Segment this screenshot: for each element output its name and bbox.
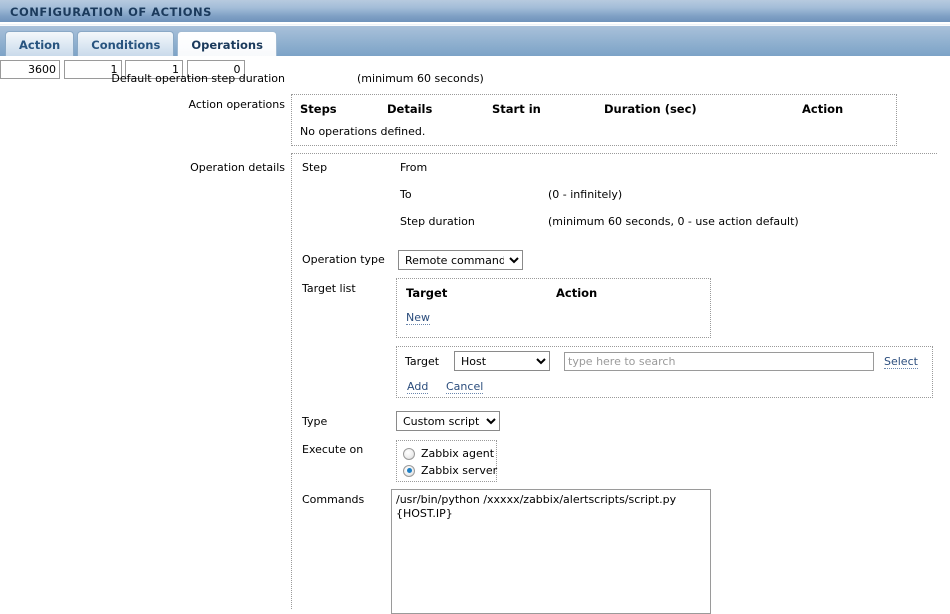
execute-on-option-zabbix-server[interactable]: Zabbix server <box>403 462 488 479</box>
action-operations-col-details: Details <box>387 102 432 116</box>
target-add-link[interactable]: Add <box>407 380 428 394</box>
action-operations-col-steps: Steps <box>300 102 337 116</box>
tab-list: Action Conditions Operations <box>5 31 277 57</box>
execute-on-agent-label[interactable]: Zabbix agent <box>421 447 494 460</box>
action-operations-table: Steps Details Start in Duration (sec) Ac… <box>291 94 897 146</box>
target-select-link[interactable]: Select <box>884 355 918 369</box>
tab-action[interactable]: Action <box>5 31 74 57</box>
operation-details-label: Operation details <box>60 161 285 174</box>
execute-on-server-label[interactable]: Zabbix server <box>421 464 497 477</box>
tab-operations-label: Operations <box>191 38 263 52</box>
operation-details-left-divider <box>291 153 292 609</box>
action-operations-label: Action operations <box>60 98 285 111</box>
radio-unchecked-icon[interactable] <box>403 448 415 460</box>
tab-conditions[interactable]: Conditions <box>77 31 174 57</box>
target-type-select[interactable]: Host <box>454 351 550 371</box>
tab-action-label: Action <box>19 38 60 52</box>
execute-on-option-zabbix-agent[interactable]: Zabbix agent <box>403 445 488 462</box>
page-title: CONFIGURATION OF ACTIONS <box>10 5 212 19</box>
tab-bar: Action Conditions Operations <box>0 26 950 57</box>
target-search-input[interactable] <box>564 352 874 371</box>
target-list-table: Target Action New <box>396 278 711 338</box>
target-row-editor: Target Host Select Add Cancel <box>396 346 933 398</box>
target-cancel-link[interactable]: Cancel <box>446 380 483 394</box>
operation-type-select[interactable]: Remote command <box>398 250 523 270</box>
step-to-hint: (0 - infinitely) <box>548 188 622 201</box>
tab-bar-underline <box>0 56 950 58</box>
action-operations-empty-row: No operations defined. <box>300 125 425 138</box>
default-step-duration-label: Default operation step duration <box>60 72 285 85</box>
operations-form: Default operation step duration (minimum… <box>0 60 950 609</box>
default-step-duration-hint: (minimum 60 seconds) <box>357 72 484 85</box>
action-operations-col-duration: Duration (sec) <box>604 102 697 116</box>
target-list-new-link[interactable]: New <box>406 311 430 325</box>
step-duration-label: Step duration <box>400 215 475 228</box>
target-list-label: Target list <box>302 282 356 295</box>
commands-textarea[interactable] <box>391 489 711 614</box>
target-row-label: Target <box>405 355 439 368</box>
commands-label: Commands <box>302 493 364 506</box>
script-type-select[interactable]: Custom script <box>396 411 500 431</box>
action-operations-col-start-in: Start in <box>492 102 541 116</box>
step-duration-hint: (minimum 60 seconds, 0 - use action defa… <box>548 215 799 228</box>
step-from-label: From <box>400 161 427 174</box>
window-title-bar: CONFIGURATION OF ACTIONS <box>0 0 950 23</box>
action-operations-col-action: Action <box>802 102 843 116</box>
tab-operations[interactable]: Operations <box>177 31 277 57</box>
tab-conditions-label: Conditions <box>91 38 160 52</box>
target-list-col-action: Action <box>556 286 597 300</box>
execute-on-radio-group: Zabbix agent Zabbix server <box>396 440 497 482</box>
step-label: Step <box>302 161 327 174</box>
target-list-col-target: Target <box>406 286 447 300</box>
radio-checked-icon[interactable] <box>403 465 415 477</box>
script-type-label: Type <box>302 415 327 428</box>
step-to-label: To <box>400 188 412 201</box>
operation-type-label: Operation type <box>302 253 385 266</box>
default-step-duration-input[interactable] <box>0 60 60 79</box>
execute-on-label: Execute on <box>302 443 363 456</box>
